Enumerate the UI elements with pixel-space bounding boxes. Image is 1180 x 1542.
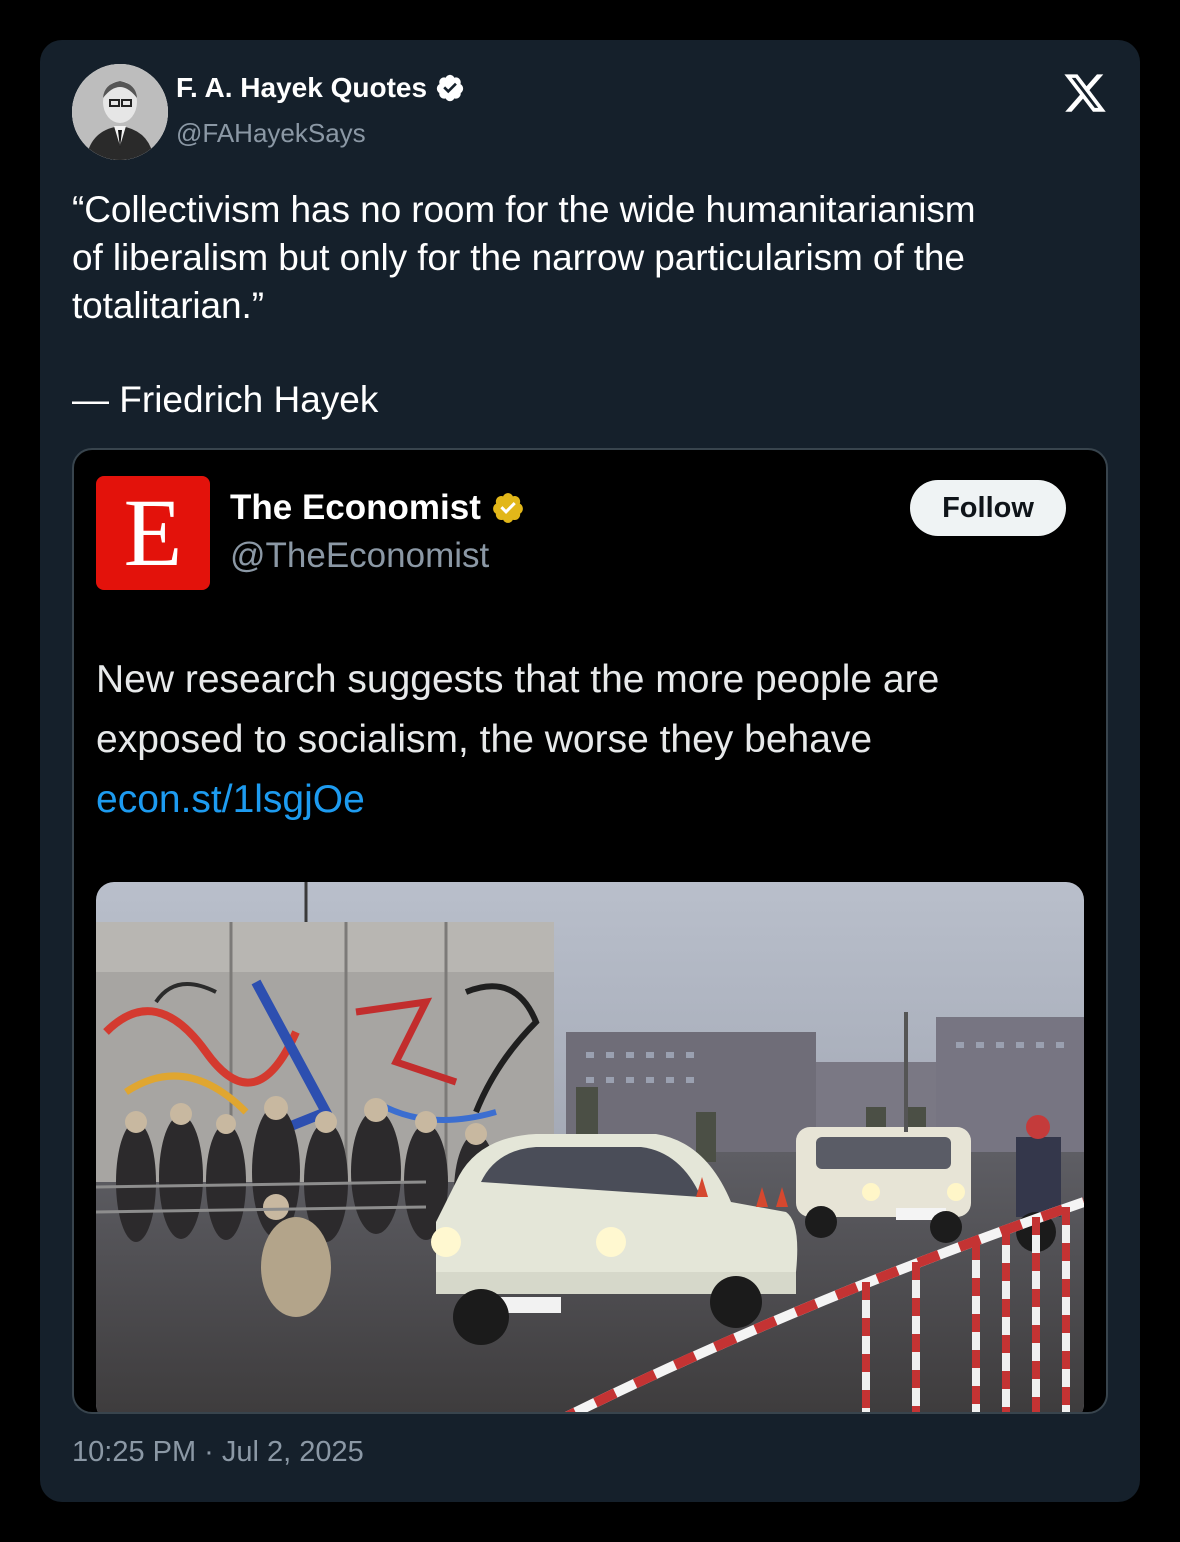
verified-gold-badge-icon: [492, 493, 523, 523]
tweet-text: “Collectivism has no room for the wide h…: [72, 189, 976, 326]
tweet-timestamp[interactable]: 10:25 PM · Jul 2, 2025: [72, 1436, 364, 1469]
quoted-author-name[interactable]: The Economist: [230, 488, 525, 528]
author-name-text: F. A. Hayek Quotes: [176, 72, 428, 103]
author-avatar[interactable]: [72, 64, 168, 160]
quoted-author-name-text: The Economist: [230, 488, 481, 527]
tweet-attribution: — Friedrich Hayek: [72, 379, 379, 420]
quoted-tweet-body: New research suggests that the more peop…: [96, 650, 1076, 830]
quoted-author-handle[interactable]: @TheEconomist: [230, 536, 489, 576]
verified-badge-icon: [436, 74, 464, 102]
quoted-tweet[interactable]: E The Economist @TheEconomist Follow New…: [72, 448, 1108, 1414]
quoted-tweet-text: New research suggests that the more peop…: [96, 658, 940, 761]
economist-logo[interactable]: E: [96, 476, 210, 590]
quoted-tweet-link[interactable]: econ.st/1lsgjOe: [96, 770, 1076, 830]
author-handle[interactable]: @FAHayekSays: [176, 118, 366, 149]
author-avatar-image: [72, 64, 168, 160]
follow-button[interactable]: Follow: [910, 480, 1066, 536]
tweet-card: F. A. Hayek Quotes @FAHayekSays “Collect…: [40, 40, 1140, 1502]
x-logo-icon[interactable]: [1062, 70, 1108, 116]
author-name[interactable]: F. A. Hayek Quotes: [176, 72, 465, 104]
quoted-tweet-photo[interactable]: [96, 882, 1084, 1412]
berlin-wall-photo: [96, 882, 1084, 1412]
